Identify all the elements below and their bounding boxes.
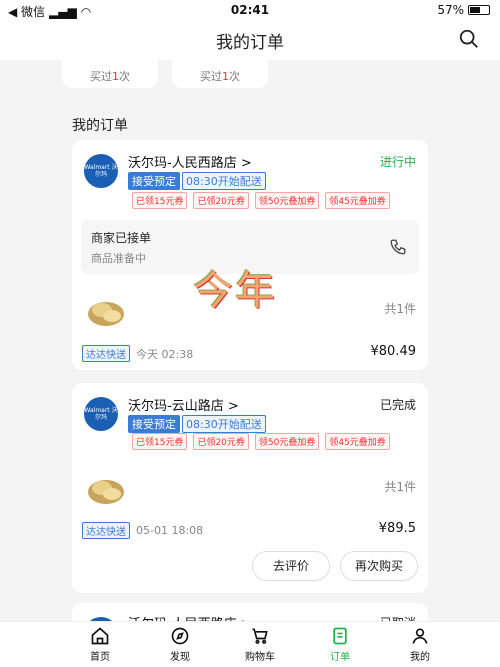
delivery-time-tag: 08:30开始配送	[182, 415, 266, 433]
nav-bar: 我的订单	[0, 20, 500, 60]
store-name[interactable]: 沃尔玛-云山路店 >	[128, 395, 239, 414]
tab-label: 首页	[90, 652, 110, 663]
section-title: 我的订单	[72, 118, 128, 134]
tab-profile[interactable]: 我的	[400, 622, 440, 667]
tab-label: 我的	[410, 652, 430, 663]
coupon-tag[interactable]: 领45元叠加券	[325, 433, 390, 450]
delivery-time-tag: 08:30开始配送	[182, 172, 266, 190]
status-bar: ◀ 微信 ▂▄▆ ◠ 02:41 57%	[0, 0, 500, 20]
order-time: 今天 02:38	[136, 347, 194, 361]
delivery-tags: 接受预定 08:30开始配送	[128, 172, 266, 190]
durian-product-icon	[88, 302, 124, 326]
overlay-caption: 今年	[193, 268, 277, 314]
bought-suffix: 次	[119, 70, 130, 83]
order-card[interactable]: Walmart 沃尔玛 沃尔玛-云山路店 > 已完成 接受预定 08:30开始配…	[72, 383, 428, 593]
notice-subtitle: 商品准备中	[91, 252, 146, 265]
tab-label: 订单	[330, 652, 350, 663]
tab-label: 发现	[170, 652, 190, 663]
page-title: 我的订单	[216, 33, 284, 53]
bought-suffix: 次	[229, 70, 240, 83]
coupon-list: 已领15元券 已领20元券 领50元叠加券 领45元叠加券	[132, 192, 390, 209]
item-count: 共1件	[384, 302, 416, 316]
recent-store-card[interactable]: 买过1次	[172, 60, 268, 88]
coupon-tag[interactable]: 领50元叠加券	[254, 192, 320, 209]
store-name[interactable]: 沃尔玛-人民西路店 >	[128, 152, 252, 171]
bought-count: 1	[112, 70, 119, 83]
profile-icon	[412, 628, 428, 644]
coupon-tag[interactable]: 已领15元券	[132, 433, 188, 450]
cart-icon	[252, 628, 268, 644]
rebuy-button[interactable]: 再次购买	[340, 551, 418, 581]
phone-icon[interactable]	[389, 238, 407, 256]
tab-cart[interactable]: 购物车	[240, 622, 280, 667]
order-icon	[333, 627, 347, 645]
bought-count: 1	[222, 70, 229, 83]
battery-icon	[468, 5, 490, 15]
tab-discover[interactable]: 发现	[160, 622, 200, 667]
coupon-tag[interactable]: 领45元叠加券	[325, 192, 390, 209]
tab-label: 购物车	[245, 652, 275, 663]
walmart-logo: Walmart 沃尔玛	[84, 154, 118, 188]
coupon-tag[interactable]: 领50元叠加券	[254, 433, 320, 450]
coupon-list: 已领15元券 已领20元券 领50元叠加券 领45元叠加券	[132, 433, 390, 450]
preorder-tag: 接受预定	[128, 172, 180, 190]
coupon-tag[interactable]: 已领15元券	[132, 192, 188, 209]
courier-badge: 达达快送	[82, 522, 130, 539]
coupon-tag[interactable]: 已领20元券	[193, 433, 249, 450]
order-card[interactable]: Walmart 沃尔玛 沃尔玛-人民西路店 > 进行中 接受预定 08:30开始…	[72, 140, 428, 370]
status-time: 02:41	[230, 3, 270, 17]
recent-store-card[interactable]: 买过1次	[62, 60, 158, 88]
battery-info: 57%	[437, 3, 490, 17]
battery-percent: 57%	[437, 3, 464, 17]
order-price: ¥89.5	[378, 521, 416, 536]
notice-title: 商家已接单	[91, 231, 152, 245]
coupon-tag[interactable]: 已领20元券	[193, 192, 249, 209]
walmart-logo: Walmart 沃尔玛	[84, 397, 118, 431]
order-time: 05-01 18:08	[136, 524, 204, 537]
order-status: 已完成	[379, 398, 416, 412]
delivery-tags: 接受预定 08:30开始配送	[128, 415, 266, 433]
courier-badge: 达达快送	[82, 345, 130, 362]
durian-product-icon	[88, 480, 124, 504]
bottom-tab-bar: 首页 发现 购物车 订单 我的	[0, 621, 500, 667]
compass-icon	[171, 627, 189, 645]
order-price: ¥80.49	[370, 344, 417, 359]
bought-label: 买过	[200, 70, 222, 83]
home-icon	[91, 627, 109, 645]
delivery-info: 达达快送 05-01 18:08	[82, 522, 203, 539]
order-status: 进行中	[379, 155, 416, 169]
delivery-info: 达达快送 今天 02:38	[82, 345, 193, 362]
search-icon[interactable]	[458, 28, 480, 50]
recent-store-strip: 买过1次 买过1次	[62, 60, 438, 90]
tab-orders[interactable]: 订单	[320, 622, 360, 667]
review-button[interactable]: 去评价	[252, 551, 330, 581]
item-count: 共1件	[384, 480, 416, 494]
bought-label: 买过	[90, 70, 112, 83]
preorder-tag: 接受预定	[128, 415, 180, 433]
tab-home[interactable]: 首页	[80, 622, 120, 667]
